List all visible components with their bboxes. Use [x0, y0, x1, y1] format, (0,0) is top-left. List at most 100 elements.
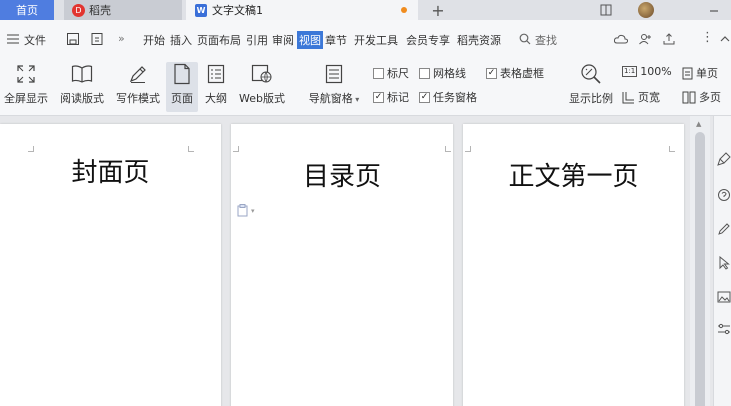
image-icon[interactable] [717, 290, 731, 304]
fullscreen-label: 全屏显示 [4, 92, 48, 105]
task-pane-checkbox[interactable]: ✓ 任务窗格 [419, 89, 477, 105]
navigation-pane-icon [322, 62, 346, 86]
view-ribbon: 全屏显示 阅读版式 写作模式 页面 大纲 Web版式 导航窗格 ▾ 标尺 网格线… [0, 58, 731, 116]
web-view-label: Web版式 [239, 92, 285, 105]
marks-checkbox[interactable]: ✓ 标记 [373, 89, 409, 105]
share-icon[interactable] [660, 30, 678, 48]
web-view-button[interactable]: Web版式 [236, 62, 288, 106]
tab-home[interactable]: 首页 [0, 0, 54, 20]
outline-view-button[interactable]: 大纲 [202, 62, 230, 106]
ruler-checkbox-box [373, 67, 384, 79]
menu-developer[interactable]: 开发工具 [354, 32, 398, 48]
help-icon[interactable] [717, 188, 731, 202]
book-icon [70, 62, 94, 86]
page-icon [170, 62, 194, 86]
menu-member[interactable]: 会员专享 [406, 32, 450, 48]
single-page-button[interactable]: 单页 [682, 65, 718, 81]
style-brush-icon[interactable] [717, 152, 731, 166]
settings-sliders-icon[interactable] [717, 322, 731, 336]
edit-pen-icon[interactable] [717, 222, 731, 236]
task-pane-checkbox-box: ✓ [419, 91, 430, 103]
hamburger-menu-icon[interactable] [4, 30, 22, 48]
zoom-magnifier-icon [579, 62, 603, 86]
navigation-pane-text: 导航窗格 [308, 92, 353, 105]
tab-document-label: 文字文稿1 [212, 4, 263, 17]
marks-checkbox-box: ✓ [373, 91, 384, 103]
share-user-icon[interactable] [636, 30, 654, 48]
menu-chapter[interactable]: 章节 [325, 32, 347, 48]
page-corner-mark [465, 146, 471, 152]
window-layout-icon[interactable] [598, 0, 614, 20]
more-options-icon[interactable]: ⋮ [701, 30, 714, 45]
single-page-icon [682, 67, 693, 79]
tab-home-label: 首页 [16, 4, 38, 17]
ruler-checkbox[interactable]: 标尺 [373, 65, 409, 81]
minimize-icon[interactable] [704, 0, 724, 20]
menu-daoke-resources[interactable]: 稻壳资源 [457, 32, 501, 48]
page-corner-mark [233, 146, 239, 152]
pen-icon [126, 62, 150, 86]
page-cover[interactable]: 封面页 [0, 124, 221, 406]
select-pointer-icon[interactable] [717, 256, 731, 270]
export-pdf-icon[interactable] [88, 30, 106, 48]
page-body-first[interactable]: 正文第一页 [463, 124, 684, 406]
writing-mode-button[interactable]: 写作模式 [114, 62, 162, 106]
menu-more[interactable]: » [118, 32, 125, 45]
web-globe-icon [250, 62, 274, 86]
menu-file[interactable]: 文件 [24, 32, 46, 48]
daoke-logo-icon: D [72, 3, 85, 17]
table-grid-checkbox[interactable]: ✓ 表格虚框 [486, 65, 544, 81]
outline-icon [204, 62, 228, 86]
zoom-100-label: 100% [640, 65, 672, 78]
scrollbar-thumb[interactable] [695, 132, 705, 406]
fullscreen-icon [14, 62, 38, 86]
page-title-body-first: 正文第一页 [508, 162, 639, 192]
menu-reference[interactable]: 引用 [246, 32, 268, 48]
menu-view[interactable]: 视图 [297, 31, 323, 49]
page-title-toc: 目录页 [302, 162, 381, 192]
zoom-100-icon: 1:1 [622, 66, 638, 77]
page-view-button[interactable]: 页面 [166, 62, 198, 112]
page-toc[interactable]: 目录页 ▾ [231, 124, 453, 406]
user-avatar[interactable] [638, 2, 654, 18]
search-label[interactable]: 查找 [535, 32, 557, 48]
ruler-label: 标尺 [387, 67, 409, 80]
reading-mode-button[interactable]: 阅读版式 [58, 62, 106, 106]
collapse-ribbon-icon[interactable] [716, 30, 731, 48]
zoom-100-button[interactable]: 1:1 100% [622, 65, 672, 78]
tab-daoke[interactable]: D 稻壳 [64, 0, 182, 20]
tab-bar: 首页 D 稻壳 W 文字文稿1 + [0, 0, 731, 20]
save-icon[interactable] [64, 30, 82, 48]
menu-page-layout[interactable]: 页面布局 [197, 32, 241, 48]
zoom-label: 显示比例 [569, 92, 613, 105]
multi-page-button[interactable]: 多页 [682, 89, 721, 105]
vertical-scrollbar[interactable]: ▲ [690, 116, 710, 406]
navigation-pane-button[interactable]: 导航窗格 ▾ [304, 62, 364, 106]
menu-insert[interactable]: 插入 [170, 32, 192, 48]
multi-page-label: 多页 [699, 91, 721, 104]
tab-document[interactable]: W 文字文稿1 [186, 0, 418, 20]
scroll-up-icon[interactable]: ▲ [696, 120, 701, 128]
menu-bar: 文件 » 开始 插入 页面布局 引用 审阅 视图 章节 开发工具 会员专享 稻壳… [0, 20, 731, 58]
fullscreen-button[interactable]: 全屏显示 [3, 62, 49, 106]
new-tab-button[interactable]: + [429, 0, 447, 20]
right-sidebar [713, 116, 731, 406]
cloud-sync-icon[interactable] [612, 30, 630, 48]
menu-review[interactable]: 审阅 [272, 32, 294, 48]
new-tab-plus: + [431, 0, 445, 20]
paste-options-icon[interactable]: ▾ [237, 204, 255, 217]
zoom-button[interactable]: 显示比例 [566, 62, 616, 106]
table-grid-label: 表格虚框 [500, 67, 544, 80]
page-width-button[interactable]: 页宽 [622, 89, 660, 105]
menu-start[interactable]: 开始 [143, 32, 165, 48]
marks-label: 标记 [387, 91, 409, 104]
page-corner-mark [669, 146, 675, 152]
gridlines-checkbox[interactable]: 网格线 [419, 65, 466, 81]
table-grid-checkbox-box: ✓ [486, 67, 497, 79]
search-icon[interactable] [516, 30, 534, 48]
page-width-icon [622, 91, 634, 103]
unsaved-dot-icon [401, 7, 407, 13]
writer-doc-icon: W [195, 3, 207, 17]
page-width-label: 页宽 [638, 91, 660, 104]
single-page-label: 单页 [696, 67, 718, 80]
